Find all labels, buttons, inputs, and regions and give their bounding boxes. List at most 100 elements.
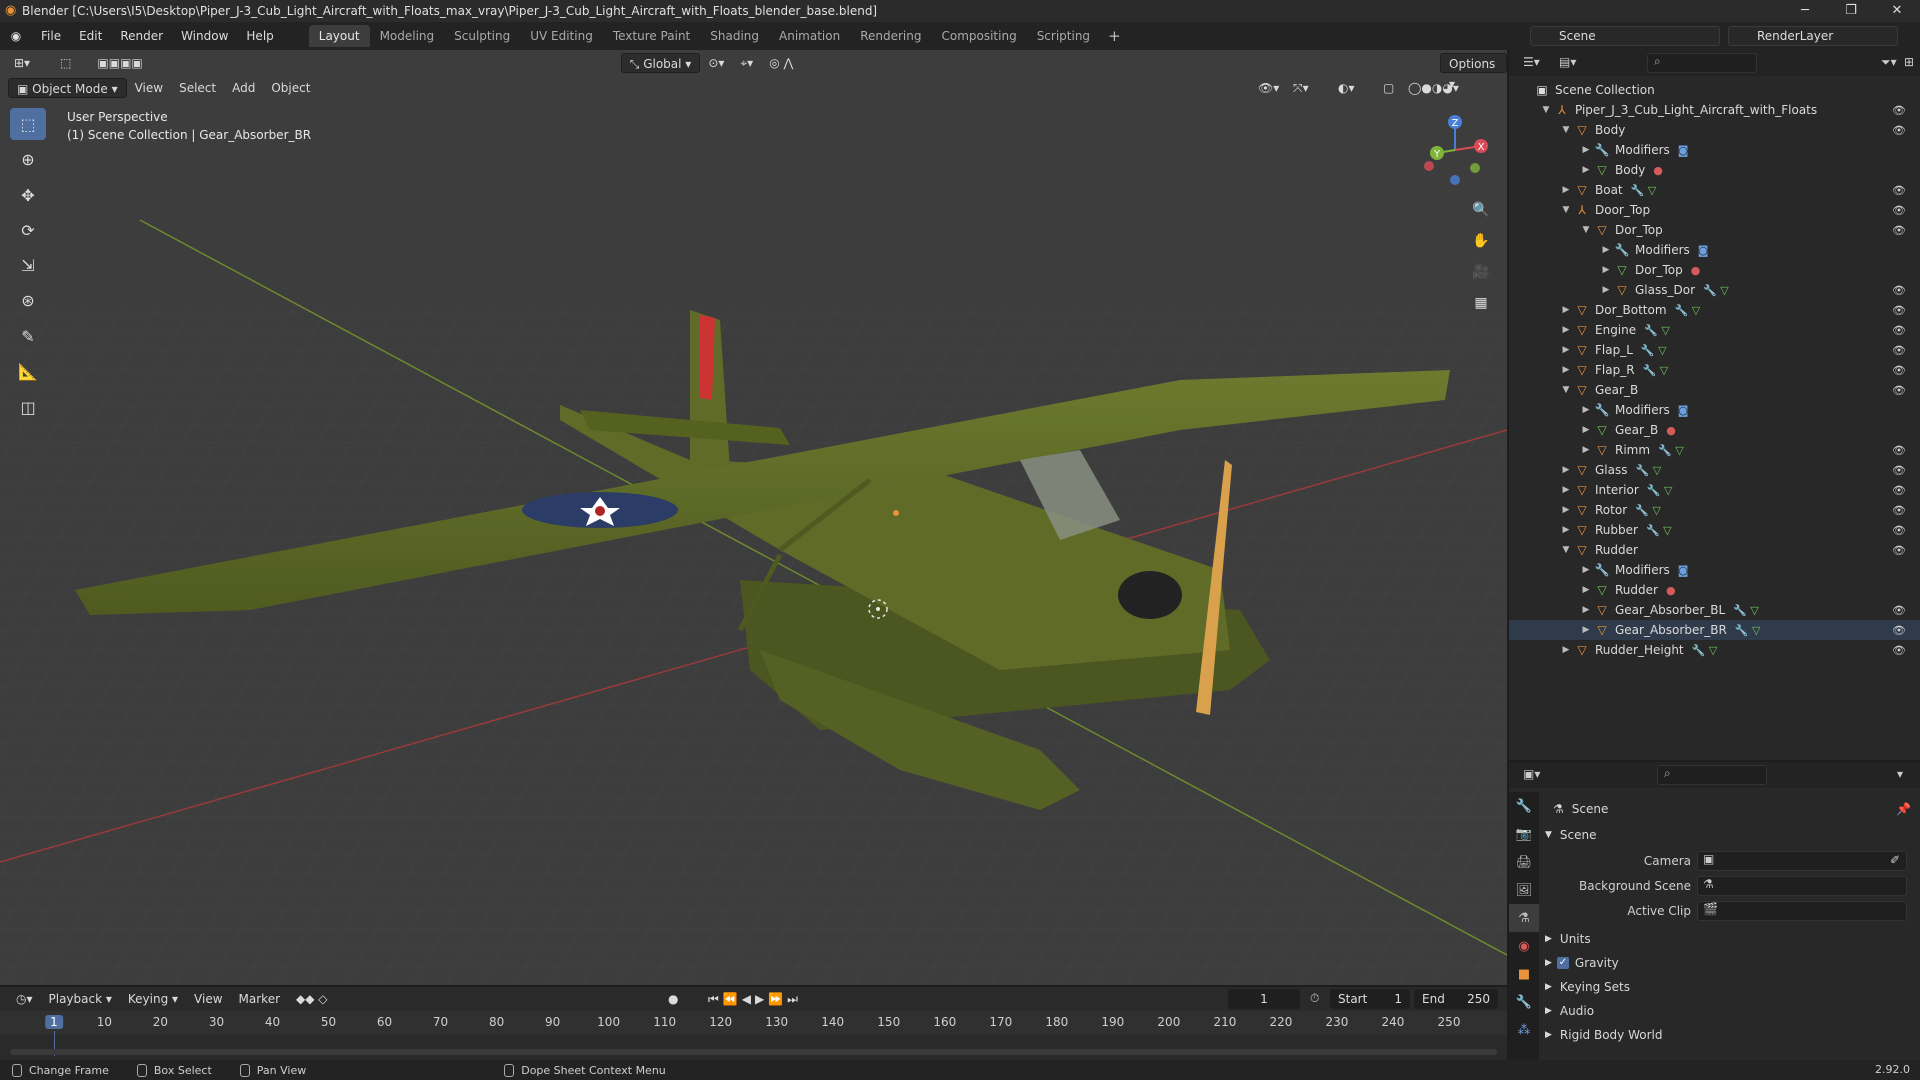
outliner-row[interactable]: ▶ ▽ Dor_Bottom 🔧 ▽ 👁 [1509,300,1920,320]
measure-tool-icon[interactable]: 📐 [10,355,46,387]
collapsed-triangle-icon[interactable]: ▶ [1559,305,1573,315]
outliner-row[interactable]: ▶ ▽ Gear_Absorber_BR 🔧 ▽ 👁 [1509,620,1920,640]
options-dropdown[interactable]: Options ▾ [1440,53,1507,91]
marker-menu[interactable]: Marker [231,989,288,1009]
modifier-mesh-icons[interactable]: 🔧 ▽ [1735,624,1761,637]
outliner-row[interactable]: ▼ ⅄ Piper_J_3_Cub_Light_Aircraft_with_Floa… [1509,100,1920,120]
annotate-tool-icon[interactable]: ✎ [10,320,46,352]
modifier-mesh-icons[interactable]: 🔧 ▽ [1636,464,1662,477]
tab-layout[interactable]: Layout [308,25,370,47]
expand-triangle-icon[interactable]: ▼ [1559,125,1573,135]
modifier-data-icon[interactable]: ◙ [1678,144,1689,157]
tool-tab-icon[interactable]: 🔧 [1509,792,1539,820]
playback-controls-icons[interactable]: ⏮⏪◀▶⏩⏭ [700,989,810,1009]
pin-icon[interactable]: 📌 [1896,802,1911,816]
eyedropper-icon[interactable]: ✐ [1890,853,1900,867]
collapsed-triangle-icon[interactable]: ▶ [1559,505,1573,515]
new-collection-icon[interactable]: ⊞ [1904,55,1914,69]
visibility-eye-icon[interactable]: 👁 [1892,344,1906,357]
outliner-row[interactable]: ▶ ▽ Rudder_Height 🔧 ▽ 👁 [1509,640,1920,660]
blender-menu-icon[interactable]: ◉ [0,29,32,43]
tab-sculpting[interactable]: Sculpting [444,25,520,47]
collapsed-triangle-icon[interactable]: ▶ [1559,325,1573,335]
expand-triangle-icon[interactable]: ▼ [1559,205,1573,215]
outliner-row[interactable]: ▶ ▽ Dor_Top ● [1509,260,1920,280]
pivot-point-icon[interactable]: ⊙▾ [700,53,732,73]
modifier-mesh-icons[interactable]: 🔧 ▽ [1643,364,1669,377]
camera-view-icon[interactable]: 🎥 [1466,258,1496,286]
collapsed-triangle-icon[interactable]: ▶ [1579,605,1593,615]
pan-hand-icon[interactable]: ✋ [1466,227,1496,255]
modifier-mesh-icons[interactable]: 🔧 ▽ [1647,484,1673,497]
outliner-row[interactable]: ▶ ▽ Gear_B ● [1509,420,1920,440]
select-tool-icon[interactable]: ⬚ [52,53,79,73]
world-tab-icon[interactable]: ◉ [1509,932,1539,960]
material-icon[interactable]: ● [1666,424,1676,437]
audio-section[interactable]: ▶ Audio [1545,1004,1594,1018]
object-mode-dropdown[interactable]: ▣ Object Mode ▾ [8,78,127,98]
grid-perspective-icon[interactable]: ▦ [1466,289,1496,317]
scene-tab-icon[interactable]: ⚗ [1509,904,1539,932]
outliner-row[interactable]: ▶ 🔧 Modifiers ◙ [1509,240,1920,260]
tab-modeling[interactable]: Modeling [370,25,445,47]
visibility-eye-icon[interactable]: 👁 [1892,224,1906,237]
output-tab-icon[interactable]: 🖨 [1509,848,1539,876]
visibility-eye-icon[interactable]: 👁 [1892,204,1906,217]
camera-field[interactable]: ▣ ✐ [1697,851,1907,871]
outliner-row[interactable]: ▶ 🔧 Modifiers ◙ [1509,140,1920,160]
particles-tab-icon[interactable]: ⁂ [1509,1016,1539,1044]
tab-uv-editing[interactable]: UV Editing [520,25,603,47]
tab-rendering[interactable]: Rendering [850,25,931,47]
visibility-eye-icon[interactable]: 👁 [1892,104,1906,117]
frame-ruler[interactable]: 1 10 20 30 40 50 60 70 80 90 100 110 120 130 140 150 160… [0,1011,1507,1056]
snapping-icon[interactable]: ⌖▾ [732,53,761,73]
modifier-data-icon[interactable]: ◙ [1678,564,1689,577]
collapsed-triangle-icon[interactable]: ▶ [1559,185,1573,195]
modifier-data-icon[interactable]: ◙ [1678,404,1689,417]
visibility-eye-icon[interactable]: 👁 [1892,604,1906,617]
outliner-row[interactable]: ▶ ▽ Gear_Absorber_BL 🔧 ▽ 👁 [1509,600,1920,620]
visibility-eye-icon[interactable]: 👁 [1892,304,1906,317]
outliner-row[interactable]: ▶ ▽ Rubber 🔧 ▽ 👁 [1509,520,1920,540]
collapsed-triangle-icon[interactable]: ▶ [1579,145,1593,155]
modifier-mesh-icons[interactable]: 🔧 ▽ [1635,504,1661,517]
visibility-eye-icon[interactable]: 👁 [1892,484,1906,497]
proportional-editing-icon[interactable]: ◎ ⋀ [761,53,801,73]
timeline-editor-icon[interactable]: ◷▾ [8,989,41,1009]
menu-window[interactable]: Window [172,29,237,43]
collapsed-triangle-icon[interactable]: ▶ [1579,445,1593,455]
modifier-mesh-icons[interactable]: 🔧 ▽ [1641,344,1667,357]
start-frame-field[interactable]: Start 1 [1330,989,1410,1009]
collapsed-triangle-icon[interactable]: ▶ [1559,365,1573,375]
menu-view[interactable]: View [127,78,171,98]
visibility-eye-icon[interactable]: 👁 [1892,184,1906,197]
visibility-eye-icon[interactable]: 👁 [1892,504,1906,517]
collapsed-triangle-icon[interactable]: ▶ [1579,405,1593,415]
current-frame-field[interactable]: 1 [1228,989,1300,1009]
collapse-chevron-icon[interactable]: ▾ [1897,767,1903,781]
outliner-row[interactable]: ▼ ▽ Dor_Top 👁 [1509,220,1920,240]
maximize-icon[interactable]: ❐ [1828,0,1874,22]
transform-orientation-dropdown[interactable]: ⤡ Global ▾ [620,53,701,73]
visibility-eye-icon[interactable]: 👁 [1892,284,1906,297]
keying-menu[interactable]: Keying ▾ [120,989,186,1009]
collapsed-triangle-icon[interactable]: ▶ [1559,645,1573,655]
tab-scripting[interactable]: Scripting [1027,25,1100,47]
properties-editor-icon[interactable]: ▣▾ [1523,767,1540,781]
outliner-row[interactable]: ▶ ▽ Rimm 🔧 ▽ 👁 [1509,440,1920,460]
collapsed-triangle-icon[interactable]: ▶ [1579,425,1593,435]
material-icon[interactable]: ● [1653,164,1663,177]
collapsed-triangle-icon[interactable]: ▶ [1579,625,1593,635]
visibility-icon[interactable]: 👁▾ [1250,78,1287,98]
visibility-eye-icon[interactable]: 👁 [1892,444,1906,457]
record-icon[interactable]: ● [660,989,686,1009]
menu-select[interactable]: Select [171,78,224,98]
scene-panel-header[interactable]: ▼ Scene [1545,828,1597,842]
keying-sets-section[interactable]: ▶ Keying Sets [1545,980,1630,994]
transform-tool-icon[interactable]: ⊛ [10,284,46,316]
tab-shading[interactable]: Shading [700,25,769,47]
add-workspace-icon[interactable]: + [1100,27,1129,45]
shading-modes-icons[interactable]: ◯●◑◕▾ [1400,78,1467,98]
menu-render[interactable]: Render [111,29,172,43]
render-tab-icon[interactable]: 📷 [1509,820,1539,848]
